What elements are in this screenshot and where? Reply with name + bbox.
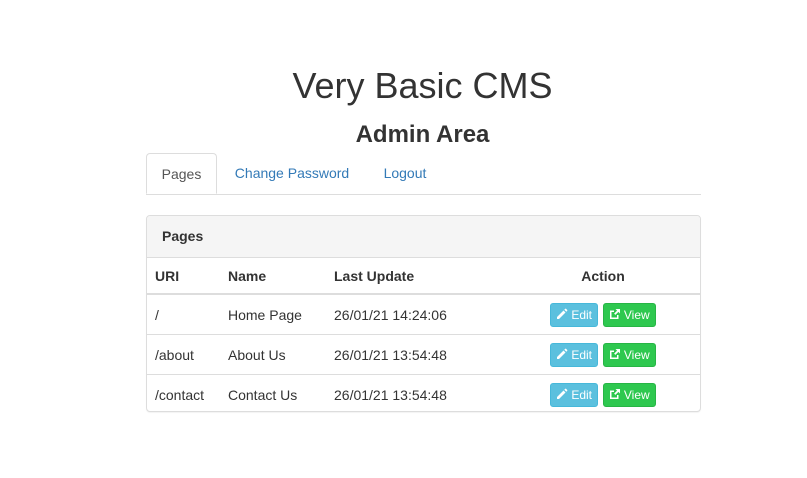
edit-button-label: Edit (571, 387, 592, 402)
panel-heading: Pages (147, 216, 700, 258)
column-header-last-update: Last Update (326, 258, 506, 295)
cell-uri: / (155, 306, 159, 323)
edit-button[interactable]: Edit (550, 342, 598, 367)
tab-change-password[interactable]: Change Password (221, 153, 363, 193)
cell-action: Edit View (506, 374, 700, 411)
cell-name: About Us (220, 334, 326, 375)
table-row: /contact Contact Us 26/01/21 13:54:48 Ed… (147, 374, 700, 411)
view-button-label: View (623, 387, 650, 402)
cell-last-update: 26/01/21 13:54:48 (326, 374, 506, 411)
page-subtitle: Admin Area (355, 120, 490, 148)
edit-button[interactable]: Edit (550, 382, 598, 407)
page-title: Very Basic CMS (292, 65, 553, 107)
pencil-icon (557, 308, 568, 319)
column-header-uri: URI (147, 258, 220, 295)
cell-name: Home Page (228, 306, 302, 323)
table-row: / Home Page 26/01/21 14:24:06 Edit View (147, 294, 700, 335)
pages-table: URI Name Last Update Action / Home Page … (147, 258, 700, 411)
cell-last-update: 26/01/21 14:24:06 (334, 306, 447, 323)
pages-panel: Pages URI Name Last Update Action / Home… (146, 215, 701, 412)
cell-uri: /about (147, 334, 220, 375)
view-button-label: View (623, 347, 650, 362)
cell-last-update: 26/01/21 13:54:48 (326, 334, 506, 375)
nav-tabs: Pages Change Password Logout (146, 153, 701, 195)
view-button[interactable]: View (602, 342, 656, 367)
external-link-icon (609, 388, 620, 399)
pencil-icon (557, 388, 568, 399)
external-link-icon (609, 308, 620, 319)
column-header-action: Action (506, 258, 700, 295)
cell-action: Edit View (506, 334, 700, 375)
cell-name: Contact Us (220, 374, 326, 411)
view-button[interactable]: View (602, 382, 656, 407)
view-button-label: View (623, 307, 650, 322)
edit-button-label: Edit (571, 307, 592, 322)
tab-logout[interactable]: Logout (368, 153, 442, 193)
external-link-icon (609, 348, 620, 359)
cell-action: Edit View (506, 294, 700, 335)
view-button[interactable]: View (602, 302, 656, 327)
table-header-row: URI Name Last Update Action (147, 258, 700, 295)
table-row: /about About Us 26/01/21 13:54:48 Edit V… (147, 334, 700, 375)
edit-button-label: Edit (571, 347, 592, 362)
pencil-icon (557, 348, 568, 359)
column-header-name: Name (220, 258, 326, 295)
cell-uri: /contact (147, 374, 220, 411)
edit-button[interactable]: Edit (550, 302, 598, 327)
tab-pages[interactable]: Pages (146, 153, 217, 194)
